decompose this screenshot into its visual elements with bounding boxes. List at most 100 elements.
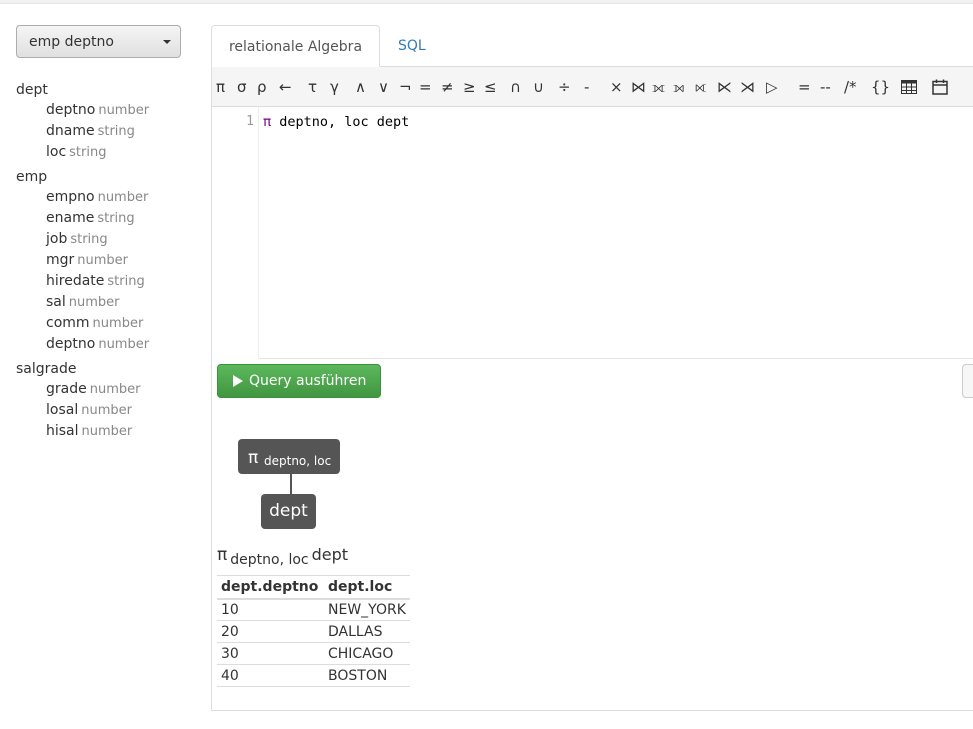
op-projection-button[interactable]: π xyxy=(216,77,225,97)
result-header-row: dept.deptno dept.loc xyxy=(217,575,410,600)
op-anti-join-button[interactable]: ▷ xyxy=(766,77,778,97)
op-selection-button[interactable]: σ xyxy=(237,77,247,97)
column-type: string xyxy=(97,211,135,226)
op-and-button[interactable]: ∧ xyxy=(355,77,366,97)
schema-column[interactable]: comm number xyxy=(16,313,196,334)
caret-down-icon xyxy=(163,40,171,44)
table-icon[interactable] xyxy=(901,77,917,99)
column-name: empno xyxy=(46,189,95,205)
column-type: string xyxy=(70,232,108,247)
schema-table-dept[interactable]: dept xyxy=(16,80,196,100)
op-cross-product-button[interactable]: × xyxy=(610,77,623,97)
result-title-relation: dept xyxy=(311,545,349,564)
op-intersect-button[interactable]: ∩ xyxy=(510,77,521,97)
op-rename-button[interactable]: ρ xyxy=(257,77,267,97)
projection-columns: deptno, loc xyxy=(264,454,332,468)
schema-column[interactable]: deptno number xyxy=(16,334,196,355)
column-name: job xyxy=(46,231,68,247)
schema-table-emp[interactable]: emp xyxy=(16,167,196,187)
result-column-header[interactable]: dept.deptno xyxy=(217,575,324,600)
schema-column[interactable]: empno number xyxy=(16,187,196,208)
database-select[interactable]: emp deptno xyxy=(16,25,181,58)
schema-column[interactable]: dname string xyxy=(16,121,196,142)
schema-column[interactable]: grade number xyxy=(16,379,196,400)
op-less-equal-button[interactable]: ≤ xyxy=(484,77,497,97)
operator-toolbar: π σ ρ ← τ γ ∧ ∨ ¬ = ≠ ≥ ≤ ∩ ∪ ÷ - × ⋈ ⟗ ⟕ ⟖ ⋉ ⋊ ▷ = -- /* {} xyxy=(212,67,973,107)
run-query-label: Query ausführen xyxy=(249,373,367,389)
code-operator: π xyxy=(263,114,272,130)
column-type: number xyxy=(92,316,144,331)
op-comment-button[interactable]: -- xyxy=(820,77,831,97)
op-natural-join-button[interactable]: ⋈ xyxy=(631,77,646,97)
schema-column[interactable]: losal number xyxy=(16,400,196,421)
column-type: number xyxy=(98,103,150,118)
column-type: number xyxy=(97,190,149,205)
run-query-button[interactable]: Query ausführen xyxy=(217,364,381,398)
result-row: 40 BOSTON xyxy=(217,664,410,687)
schema-column[interactable]: hisal number xyxy=(16,421,196,442)
line-gutter: 1 xyxy=(212,107,259,359)
op-block-comment-button[interactable]: /* xyxy=(844,77,857,97)
op-greater-equal-button[interactable]: ≥ xyxy=(463,77,476,97)
schema-column[interactable]: job string xyxy=(16,229,196,250)
op-left-outer-join-button[interactable]: ⟕ xyxy=(673,77,684,97)
schema-column[interactable]: loc string xyxy=(16,142,196,163)
column-type: string xyxy=(97,124,135,139)
op-difference-button[interactable]: - xyxy=(584,77,589,97)
op-groupby-button[interactable]: γ xyxy=(330,77,339,97)
op-or-button[interactable]: ∨ xyxy=(378,77,389,97)
result-cell: 30 xyxy=(217,642,324,665)
op-full-outer-join-button[interactable]: ⟗ xyxy=(652,77,665,97)
schema-column[interactable]: deptno number xyxy=(16,100,196,121)
schema-column[interactable]: hiredate string xyxy=(16,271,196,292)
calendar-icon[interactable] xyxy=(932,77,948,100)
tree-node-projection[interactable]: π deptno, loc xyxy=(238,439,340,474)
secondary-button[interactable] xyxy=(962,364,973,398)
column-name: dname xyxy=(46,123,95,139)
result-column-header[interactable]: dept.loc xyxy=(324,575,410,600)
result-cell: CHICAGO xyxy=(324,642,410,665)
schema-column[interactable]: ename string xyxy=(16,208,196,229)
tree-node-relation[interactable]: dept xyxy=(261,494,316,529)
top-border xyxy=(0,0,973,4)
column-type: number xyxy=(68,295,120,310)
schema-column[interactable]: mgr number xyxy=(16,250,196,271)
op-union-button[interactable]: ∪ xyxy=(533,77,544,97)
result-cell: DALLAS xyxy=(324,620,410,643)
result-cell: 10 xyxy=(217,598,324,621)
column-name: grade xyxy=(46,381,87,397)
schema-table-salgrade[interactable]: salgrade xyxy=(16,359,196,379)
op-orderby-button[interactable]: τ xyxy=(308,77,317,97)
code-line[interactable]: π deptno, loc dept xyxy=(263,114,409,130)
op-equals-button[interactable]: = xyxy=(419,77,432,97)
projection-symbol: π xyxy=(248,448,259,468)
result-cell: NEW_YORK xyxy=(324,598,410,621)
op-division-button[interactable]: ÷ xyxy=(558,77,571,97)
op-assign-equals-button[interactable]: = xyxy=(798,77,811,97)
op-assignment-button[interactable]: ← xyxy=(279,77,292,97)
play-icon xyxy=(233,375,243,387)
column-name: hiredate xyxy=(46,273,105,289)
result-cell: 20 xyxy=(217,620,324,643)
tab-relational-algebra[interactable]: relationale Algebra xyxy=(211,25,380,67)
code-editor[interactable]: 1 π deptno, loc dept xyxy=(212,107,973,359)
result-title: π deptno, loc dept xyxy=(217,545,349,568)
op-right-outer-join-button[interactable]: ⟖ xyxy=(695,77,706,97)
column-name: deptno xyxy=(46,336,96,352)
op-left-semi-join-button[interactable]: ⋉ xyxy=(717,77,732,97)
schema-column[interactable]: sal number xyxy=(16,292,196,313)
column-name: hisal xyxy=(46,423,79,439)
column-type: string xyxy=(107,274,145,289)
tab-sql[interactable]: SQL xyxy=(398,25,426,67)
database-select-value: emp deptno xyxy=(29,34,114,50)
result-row: 20 DALLAS xyxy=(217,620,410,643)
column-name: loc xyxy=(46,144,67,160)
tree-edge xyxy=(290,474,292,494)
op-not-button[interactable]: ¬ xyxy=(399,77,412,97)
op-inline-relation-button[interactable]: {} xyxy=(871,77,890,97)
result-row: 10 NEW_YORK xyxy=(217,598,410,621)
op-not-equals-button[interactable]: ≠ xyxy=(441,77,454,97)
column-name: ename xyxy=(46,210,95,226)
column-type: number xyxy=(81,424,133,439)
op-right-semi-join-button[interactable]: ⋊ xyxy=(740,77,755,97)
